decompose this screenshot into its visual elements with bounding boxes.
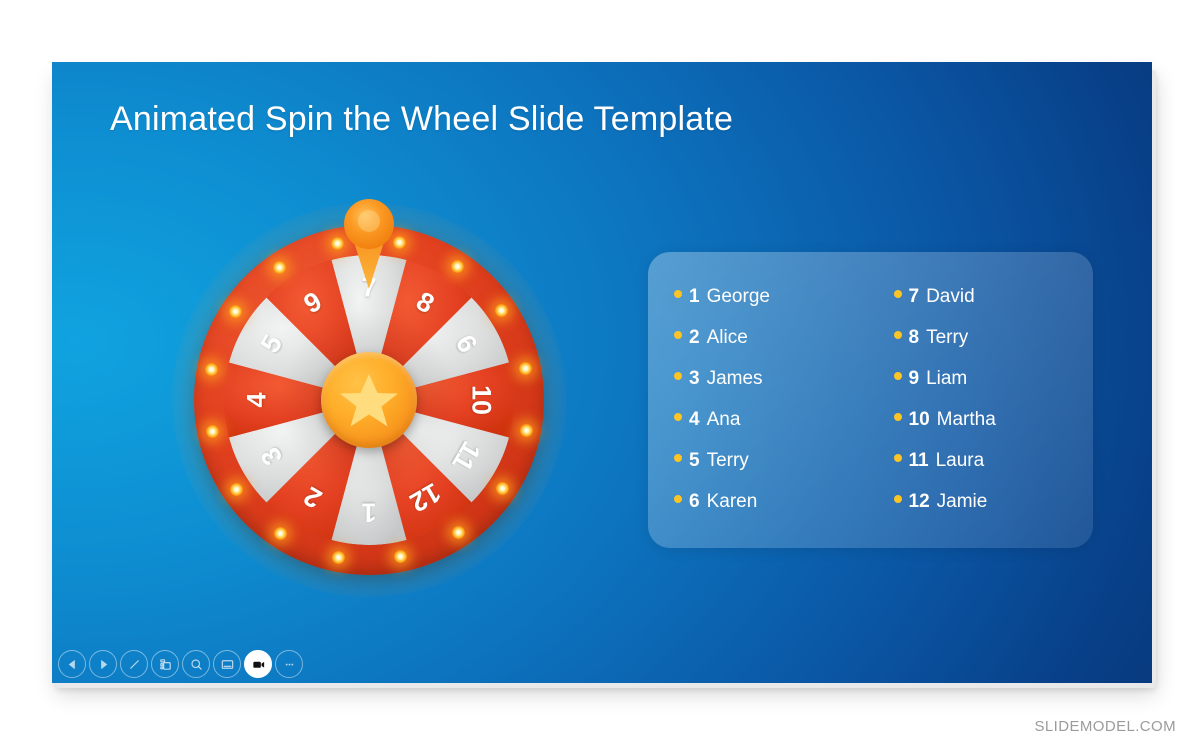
bullet-icon xyxy=(893,290,902,298)
bullet-icon xyxy=(674,372,682,380)
list-item[interactable]: 12 Jamie xyxy=(893,491,1076,532)
list-item[interactable]: 8 Terry xyxy=(893,327,1076,368)
participant-name: Terry xyxy=(706,450,749,471)
participant-number: 11 xyxy=(908,450,929,471)
wheel-bulb xyxy=(450,260,464,274)
previous-slide-icon xyxy=(68,659,75,669)
wheel-pointer-icon xyxy=(344,199,394,289)
participant-number: 10 xyxy=(908,409,930,430)
all-slides-icon xyxy=(159,658,171,670)
list-item[interactable]: 11 Laura xyxy=(893,450,1076,491)
pen-icon xyxy=(129,659,139,669)
participant-column: 1 George 2 Alice 3 James 4 Ana 5 Terry 6 Karen xyxy=(674,286,856,532)
participant-number: 6 xyxy=(689,491,700,512)
list-item[interactable]: 6 Karen xyxy=(674,491,856,532)
presenter-view-icon xyxy=(221,659,233,669)
list-item[interactable]: 2 Alice xyxy=(674,327,856,368)
list-item[interactable]: 4 Ana xyxy=(674,409,856,450)
participant-name: Alice xyxy=(706,327,748,348)
bullet-icon xyxy=(893,372,902,380)
pen-button[interactable] xyxy=(120,650,148,678)
next-slide-button[interactable] xyxy=(89,650,117,678)
participant-list-grid: 1 George 2 Alice 3 James 4 Ana 5 Terry 6 Karen 7 Davi… xyxy=(674,286,1075,532)
participant-number: 3 xyxy=(689,368,700,389)
wheel-bulb xyxy=(495,481,509,495)
bullet-icon xyxy=(674,413,682,421)
participant-number: 4 xyxy=(689,409,700,430)
participant-name: Jamie xyxy=(936,491,988,512)
participant-name: David xyxy=(926,286,975,307)
participant-name: Laura xyxy=(935,450,985,471)
page-canvas: Animated Spin the Wheel Slide Template 8… xyxy=(0,0,1200,743)
list-item[interactable]: 1 George xyxy=(674,286,856,327)
spin-wheel[interactable]: 786101112123459 xyxy=(144,167,584,597)
participant-number: 1 xyxy=(689,286,700,307)
list-item[interactable]: 7 David xyxy=(893,286,1076,327)
record-icon xyxy=(252,661,264,668)
wheel-bulb xyxy=(273,260,287,274)
participant-column: 7 David 8 Terry 9 Liam 10 Martha 11 Laura 12 Jamie xyxy=(893,286,1076,532)
slideshow-toolbar[interactable] xyxy=(52,645,1152,683)
list-item[interactable]: 5 Terry xyxy=(674,450,856,491)
previous-slide-button[interactable] xyxy=(58,650,86,678)
participant-number: 5 xyxy=(689,450,700,471)
participant-name: Karen xyxy=(706,491,758,512)
participant-name: James xyxy=(706,368,763,389)
bullet-icon xyxy=(893,454,902,462)
more-options-button[interactable] xyxy=(275,650,303,678)
watermark: SLIDEMODEL.COM xyxy=(1034,718,1176,735)
participant-number: 12 xyxy=(908,491,930,512)
presentation-slide: Animated Spin the Wheel Slide Template 8… xyxy=(52,62,1152,683)
more-options-icon xyxy=(285,663,293,665)
list-item[interactable]: 10 Martha xyxy=(893,409,1076,450)
participant-name: Martha xyxy=(936,409,996,430)
participant-name: Ana xyxy=(706,409,741,430)
page-title: Animated Spin the Wheel Slide Template xyxy=(110,100,734,138)
list-item[interactable]: 9 Liam xyxy=(893,368,1076,409)
wheel-bulb xyxy=(331,550,345,564)
participant-number: 2 xyxy=(689,327,700,348)
wheel-bulb xyxy=(519,361,533,375)
bullet-icon xyxy=(674,454,682,462)
participant-number: 9 xyxy=(908,368,920,389)
zoom-icon xyxy=(190,658,202,670)
participant-number: 7 xyxy=(908,286,920,307)
participant-name: George xyxy=(706,286,770,307)
wheel-bulb xyxy=(274,526,288,540)
all-slides-button[interactable] xyxy=(151,650,179,678)
zoom-button[interactable] xyxy=(182,650,210,678)
bullet-icon xyxy=(674,290,682,298)
wheel-hub[interactable] xyxy=(321,352,417,448)
presenter-view-button[interactable] xyxy=(213,650,241,678)
bullet-icon xyxy=(893,413,902,421)
bullet-icon xyxy=(893,495,902,503)
wheel-container[interactable]: 786101112123459 xyxy=(172,199,566,597)
next-slide-icon xyxy=(100,659,107,669)
bullet-icon xyxy=(674,331,682,339)
participant-name: Terry xyxy=(926,327,969,348)
participant-list-panel: 1 George 2 Alice 3 James 4 Ana 5 Terry 6 Karen 7 Davi… xyxy=(648,252,1093,548)
bullet-icon xyxy=(674,495,682,503)
participant-name: Liam xyxy=(926,368,968,389)
wheel-bulb xyxy=(229,482,243,496)
star-icon xyxy=(340,374,398,427)
wheel-bulb xyxy=(519,424,533,438)
bullet-icon xyxy=(893,331,902,339)
participant-number: 8 xyxy=(908,327,920,348)
list-item[interactable]: 3 James xyxy=(674,368,856,409)
record-button[interactable] xyxy=(244,650,272,678)
